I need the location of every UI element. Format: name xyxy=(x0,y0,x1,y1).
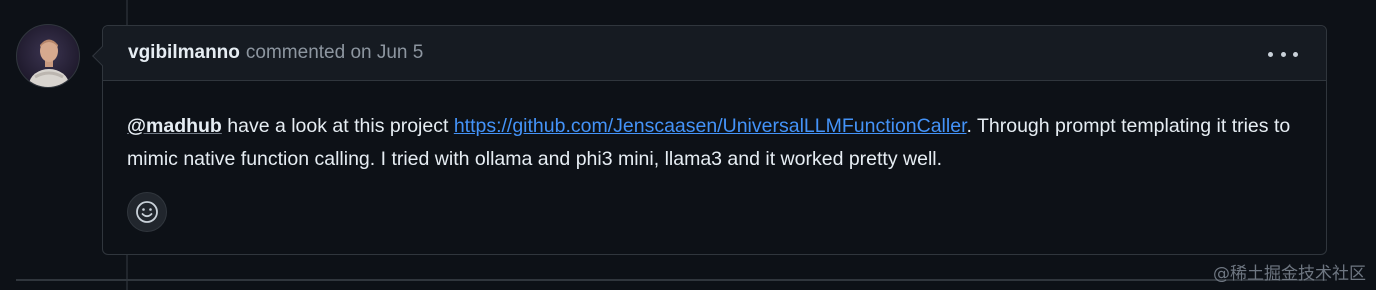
user-avatar-icon xyxy=(29,39,69,87)
comment-header: vgibilmanno commented on Jun 5 xyxy=(103,26,1326,81)
timeline: vgibilmanno commented on Jun 5 @madhub h… xyxy=(0,0,1376,290)
comment-card: vgibilmanno commented on Jun 5 @madhub h… xyxy=(92,25,1327,255)
comment-timestamp[interactable]: commented on Jun 5 xyxy=(246,42,423,64)
user-mention[interactable]: @madhub xyxy=(127,115,222,137)
project-link[interactable]: https://github.com/Jenscaasen/UniversalL… xyxy=(454,115,967,137)
author-link[interactable]: vgibilmanno xyxy=(128,42,240,64)
kebab-horizontal-icon[interactable] xyxy=(1268,44,1298,64)
add-reaction-button[interactable] xyxy=(127,192,167,232)
smiley-icon xyxy=(136,201,158,223)
comment-text: have a look at this project xyxy=(221,115,454,137)
timeline-divider xyxy=(16,279,1327,281)
comment-body: @madhub have a look at this project http… xyxy=(103,81,1326,176)
avatar[interactable] xyxy=(16,24,80,88)
watermark: @稀土掘金技术社区 xyxy=(1213,264,1366,284)
